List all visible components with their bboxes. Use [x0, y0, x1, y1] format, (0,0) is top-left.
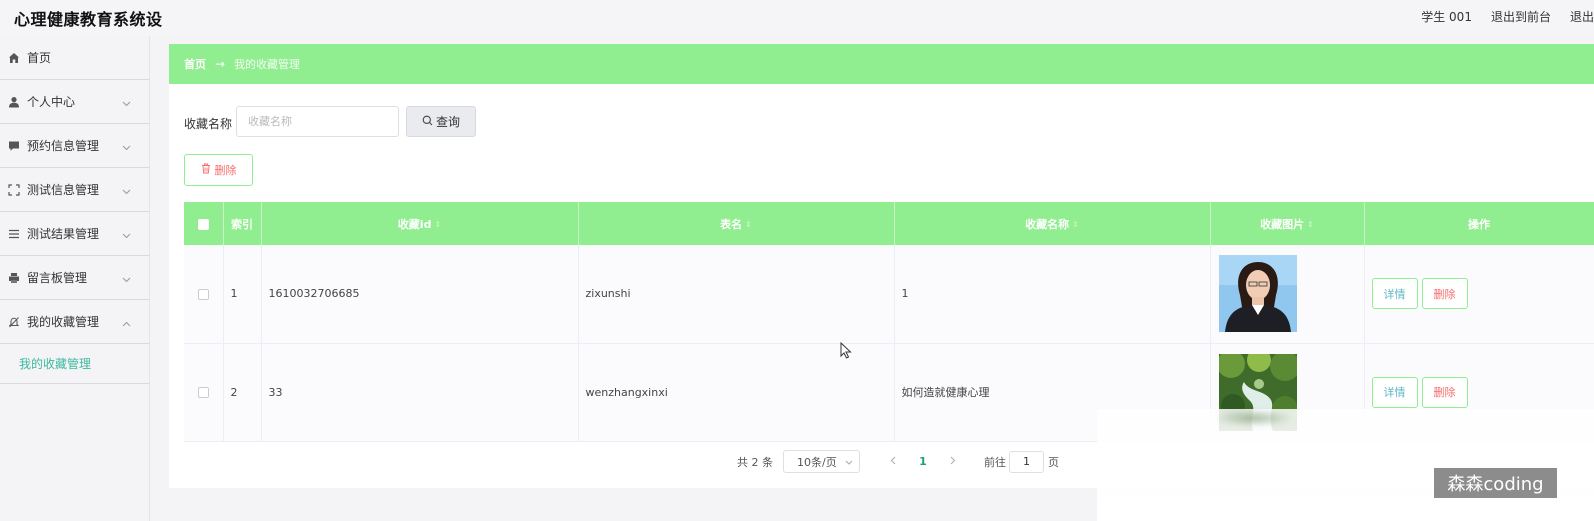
- trash-icon: [201, 163, 211, 177]
- page-size-value: 10条/页: [797, 455, 837, 469]
- sort-icon[interactable]: ⇕: [1307, 220, 1314, 229]
- cell-favorite-name: 1: [894, 245, 1211, 344]
- sidebar: 首页 个人中心 预约信息管理 测试信息管理 测试结果管理 留言板管理 我的收藏管…: [0, 36, 150, 521]
- chevron-down-icon: [845, 455, 853, 468]
- mouse-cursor-icon: [840, 341, 852, 362]
- cell-index: 1: [223, 245, 262, 344]
- batch-delete-button[interactable]: 删除: [184, 154, 253, 186]
- detail-button[interactable]: 详情: [1371, 278, 1418, 310]
- table-row: 1 1610032706685 zixunshi 1 详情 删除: [184, 245, 1594, 344]
- sidebar-item-message-board[interactable]: 留言板管理: [0, 256, 149, 300]
- pagination: 共 2 条 10条/页 1 前往 页: [737, 450, 1059, 473]
- next-page-button[interactable]: [938, 455, 968, 468]
- detail-button[interactable]: 详情: [1371, 376, 1418, 408]
- row-checkbox[interactable]: [197, 288, 209, 300]
- logout-link[interactable]: 退出: [1570, 8, 1594, 25]
- top-right-links: 学生 001 退出到前台 退出: [1421, 8, 1594, 25]
- select-all-checkbox[interactable]: [197, 218, 209, 230]
- chevron-down-icon: [122, 140, 131, 154]
- home-icon: [8, 52, 20, 64]
- sidebar-item-home[interactable]: 首页: [0, 36, 149, 80]
- row-select-cell[interactable]: [184, 343, 224, 442]
- page-unit-label: 页: [1048, 455, 1059, 469]
- search-label: 收藏名称: [184, 117, 233, 131]
- query-button[interactable]: 查询: [406, 106, 476, 137]
- row-select-cell[interactable]: [184, 245, 224, 344]
- batch-delete-label: 删除: [214, 164, 237, 177]
- cell-favorite-id: 1610032706685: [261, 245, 579, 344]
- sidebar-item-test-info[interactable]: 测试信息管理: [0, 168, 149, 212]
- fullscreen-icon: [8, 183, 20, 196]
- sort-icon[interactable]: ⇕: [1072, 220, 1079, 229]
- sort-icon[interactable]: ⇕: [434, 220, 441, 229]
- search-input[interactable]: [236, 106, 399, 137]
- breadcrumb-home[interactable]: 首页: [184, 56, 206, 72]
- column-header-favorite-id[interactable]: 收藏id ⇕: [261, 202, 579, 245]
- sidebar-item-label: 留言板管理: [27, 271, 88, 285]
- column-header-favorite-image[interactable]: 收藏图片 ⇕: [1210, 202, 1365, 245]
- page-size-select[interactable]: 10条/页: [783, 450, 860, 473]
- watermark: 森森coding: [1434, 468, 1557, 498]
- column-header-index: 索引: [223, 202, 262, 245]
- chevron-down-icon: [122, 272, 131, 286]
- sidebar-item-personal-center[interactable]: 个人中心: [0, 80, 149, 124]
- column-header-label: 收藏图片: [1260, 217, 1305, 231]
- column-header-label: 表名: [720, 217, 743, 231]
- column-header-label: 收藏id: [397, 217, 432, 231]
- app-title: 心理健康教育系统设: [14, 10, 163, 29]
- column-header-table-name[interactable]: 表名 ⇕: [578, 202, 895, 245]
- prev-page-button[interactable]: [878, 455, 908, 468]
- row-checkbox[interactable]: [197, 387, 209, 398]
- sidebar-item-label: 预约信息管理: [27, 139, 100, 153]
- sidebar-item-label: 个人中心: [27, 95, 76, 109]
- printer-icon: [8, 272, 20, 284]
- top-bar: 心理健康教育系统设 学生 001 退出到前台 退出: [0, 0, 1594, 36]
- column-header-actions: 操作: [1364, 202, 1594, 245]
- portrait-photo: [1218, 255, 1297, 333]
- user-icon: [8, 96, 20, 108]
- page-number[interactable]: 1: [908, 455, 938, 468]
- chevron-down-icon: [122, 96, 131, 110]
- sidebar-item-label: 我的收藏管理: [27, 315, 100, 329]
- bell-icon: [8, 316, 20, 328]
- goto-page-input[interactable]: [1009, 450, 1044, 473]
- table-header-row: 索引 收藏id ⇕ 表名 ⇕ 收藏名称 ⇕ 收藏图片 ⇕ 操作: [184, 202, 1594, 245]
- delete-button[interactable]: 删除: [1421, 376, 1468, 408]
- cell-favorite-id: 33: [261, 343, 579, 442]
- sidebar-item-test-result[interactable]: 测试结果管理: [0, 212, 149, 256]
- chevron-down-icon: [122, 184, 131, 198]
- cell-favorite-image: [1210, 245, 1365, 344]
- breadcrumb-separator: →: [215, 57, 226, 71]
- sidebar-item-label: 首页: [27, 51, 52, 65]
- back-to-front-link[interactable]: 退出到前台: [1491, 8, 1551, 25]
- favorites-table: 索引 收藏id ⇕ 表名 ⇕ 收藏名称 ⇕ 收藏图片 ⇕ 操作 1 1610032706…: [184, 202, 1594, 442]
- breadcrumb-current: 我的收藏管理: [234, 58, 301, 71]
- pagination-total: 共 2 条: [737, 455, 773, 469]
- query-button-label: 查询: [435, 115, 460, 129]
- sidebar-item-my-favorites[interactable]: 我的收藏管理: [0, 300, 149, 344]
- column-header-favorite-name[interactable]: 收藏名称 ⇕: [894, 202, 1211, 245]
- list-icon: [8, 228, 20, 240]
- search-icon: [422, 115, 433, 129]
- chevron-down-icon: [122, 228, 131, 242]
- cell-actions: 详情 删除: [1364, 245, 1594, 344]
- cell-index: 2: [223, 343, 262, 442]
- sort-icon[interactable]: ⇕: [745, 220, 752, 229]
- cell-table-name: zixunshi: [578, 245, 895, 344]
- column-header-label: 收藏名称: [1025, 217, 1070, 231]
- sidebar-item-appointment[interactable]: 预约信息管理: [0, 124, 149, 168]
- header-select-all[interactable]: [184, 202, 224, 245]
- current-user: 学生 001: [1421, 10, 1472, 24]
- chat-icon: [8, 140, 20, 152]
- blurred-overlay: [1097, 409, 1594, 521]
- delete-button[interactable]: 删除: [1421, 278, 1468, 310]
- goto-label: 前往: [984, 455, 1006, 469]
- breadcrumb: 首页 → 我的收藏管理: [169, 44, 1594, 84]
- blurred-image-reflection: [1214, 409, 1294, 427]
- chevron-up-icon: [122, 316, 131, 330]
- sidebar-item-label: 测试信息管理: [27, 183, 100, 197]
- sidebar-item-label: 测试结果管理: [27, 227, 100, 241]
- submenu-item-my-favorites[interactable]: 我的收藏管理: [0, 344, 149, 384]
